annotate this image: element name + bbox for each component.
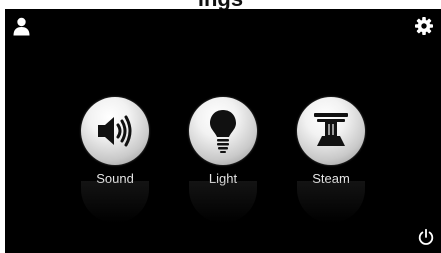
sound-reflection	[81, 181, 149, 223]
light-button[interactable]: Light	[189, 97, 257, 223]
steam-reflection	[297, 181, 365, 223]
lightbulb-icon	[210, 110, 236, 153]
steam-icon	[314, 113, 348, 146]
light-orb	[189, 97, 257, 165]
sound-button[interactable]: Sound	[81, 97, 149, 223]
sound-orb	[81, 97, 149, 165]
control-panel-screen: Sound Light Steam	[5, 9, 441, 253]
page-title: ings	[0, 0, 441, 9]
steam-orb	[297, 97, 365, 165]
gear-icon[interactable]	[415, 17, 433, 35]
device-frame: ings	[0, 0, 441, 253]
steam-button[interactable]: Steam	[297, 97, 365, 223]
page-header: ings	[0, 0, 441, 9]
user-icon[interactable]	[13, 17, 30, 36]
speaker-icon	[98, 115, 132, 147]
power-icon[interactable]	[417, 228, 435, 246]
light-reflection	[189, 181, 257, 223]
